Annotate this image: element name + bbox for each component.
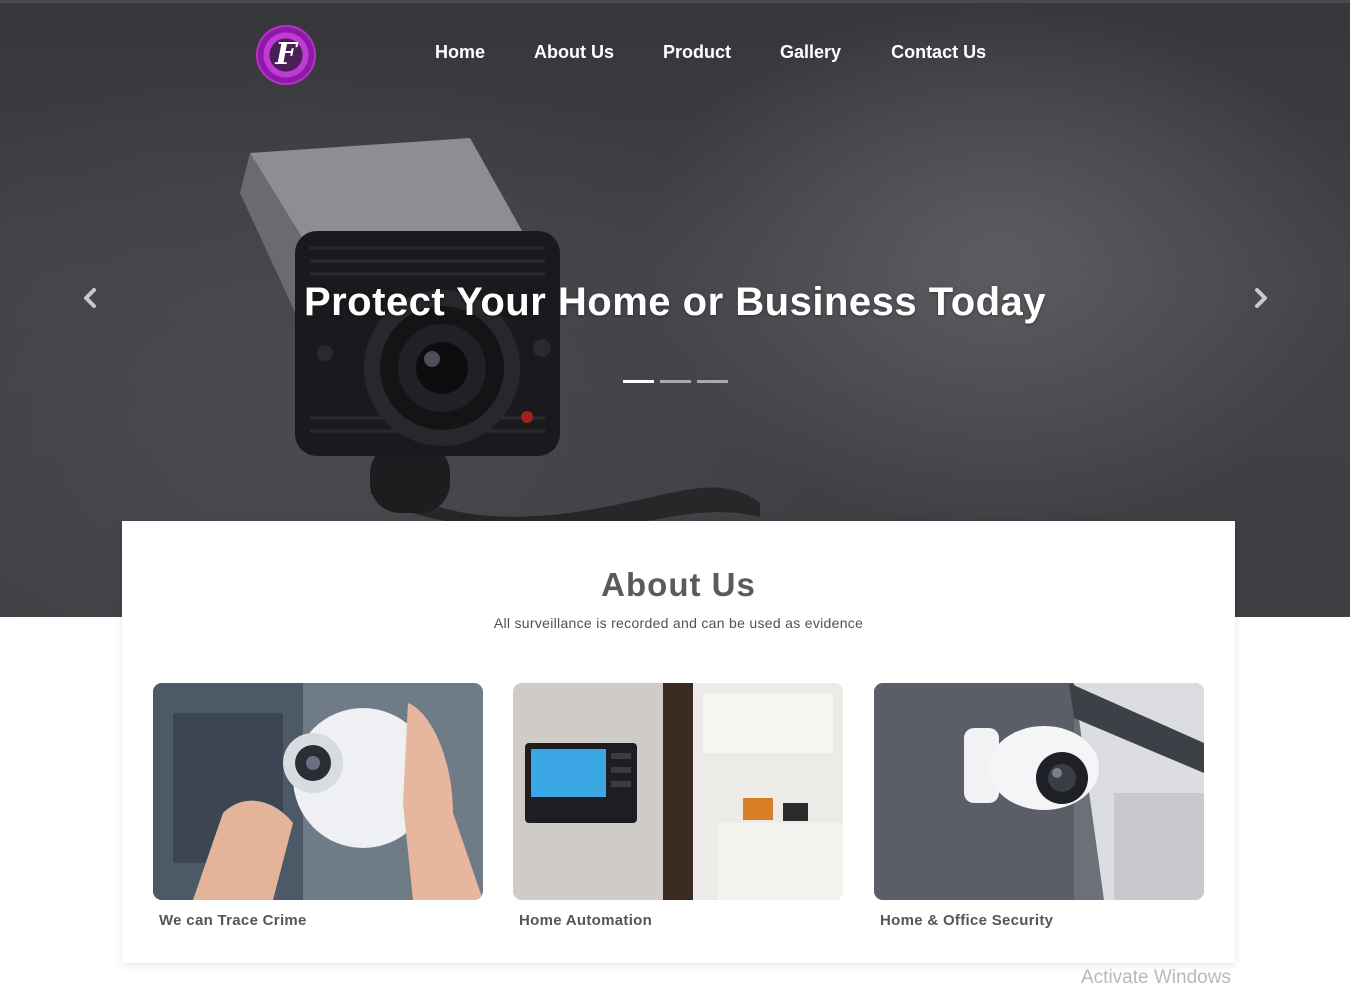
feature-card[interactable]: We can Trace Crime xyxy=(153,683,483,929)
site-logo[interactable]: F xyxy=(256,25,316,85)
activate-windows-watermark: Activate Windows xyxy=(1081,967,1231,988)
feature-label: We can Trace Crime xyxy=(159,912,307,929)
main-nav: Home About Us Product Gallery Contact Us xyxy=(435,39,986,65)
nav-product[interactable]: Product xyxy=(663,39,731,65)
slider-indicator-1[interactable] xyxy=(623,380,654,383)
nav-gallery[interactable]: Gallery xyxy=(780,39,841,65)
nav-home[interactable]: Home xyxy=(435,39,485,65)
about-title: About Us xyxy=(601,566,756,603)
feature-image-trace-crime xyxy=(153,683,483,900)
nav-contact-us[interactable]: Contact Us xyxy=(891,39,986,65)
feature-image-home-automation xyxy=(513,683,843,900)
feature-card[interactable]: Home Automation xyxy=(513,683,843,929)
feature-label: Home & Office Security xyxy=(880,912,1054,929)
feature-image-office-security xyxy=(874,683,1204,900)
feature-label: Home Automation xyxy=(519,912,653,929)
nav-about-us[interactable]: About Us xyxy=(534,39,614,65)
about-subtitle: All surveillance is recorded and can be … xyxy=(493,615,864,631)
slider-indicator-2[interactable] xyxy=(660,380,691,383)
hero-title: Protect Your Home or Business Today xyxy=(303,280,1047,324)
about-section: About Us All surveillance is recorded an… xyxy=(122,521,1235,963)
slider-indicator-3[interactable] xyxy=(697,380,728,383)
logo-mark: F xyxy=(275,37,297,72)
feature-card[interactable]: Home & Office Security xyxy=(874,683,1204,929)
slider-indicators xyxy=(623,380,728,383)
